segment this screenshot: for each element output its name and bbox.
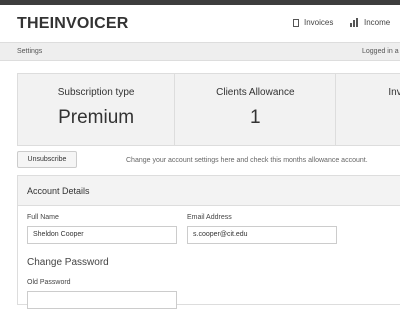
email-field[interactable]: s.cooper@cit.edu [187,226,337,244]
stat-value: 1 [250,107,261,128]
stat-label: Subscription type [57,87,135,98]
full-name-label: Full Name [27,214,59,221]
old-password-field[interactable] [27,291,177,309]
panel-title: Account Details [27,186,90,196]
bar-chart-icon [350,18,359,27]
app-logo[interactable]: THEINVOICER [17,15,129,33]
stat-label: Inv [388,87,400,98]
stat-value: Premium [58,107,135,128]
email-label: Email Address [187,214,232,221]
stat-subscription: Subscription type Premium [18,74,176,145]
stats-panel: Subscription type Premium Clients Allowa… [17,73,400,146]
stat-invoices: Inv [336,74,400,145]
panel-header: Account Details [18,176,400,206]
full-name-field[interactable]: Sheldon Cooper [27,226,177,244]
nav-invoices-label: Invoices [304,18,334,27]
login-status[interactable]: Logged in a [362,48,399,55]
nav-invoices[interactable]: Invoices [293,18,333,27]
change-password-title: Change Password [27,257,109,268]
old-password-label: Old Password [27,279,71,286]
nav-income-label: Income [364,18,391,27]
help-text: Change your account settings here and ch… [126,157,368,164]
nav-income[interactable]: Income [350,18,390,27]
unsubscribe-button[interactable]: Unsubscribe [17,151,77,168]
document-icon [293,18,299,27]
stat-label: Clients Allowance [216,87,295,98]
breadcrumb: Settings [17,48,43,55]
stat-clients-allowance: Clients Allowance 1 [175,74,337,145]
breadcrumb-bar: Settings Logged in a [0,42,400,61]
account-details-panel: Account Details Full Name Sheldon Cooper… [17,175,400,309]
app-header: THEINVOICER Invoices Income [0,5,400,42]
